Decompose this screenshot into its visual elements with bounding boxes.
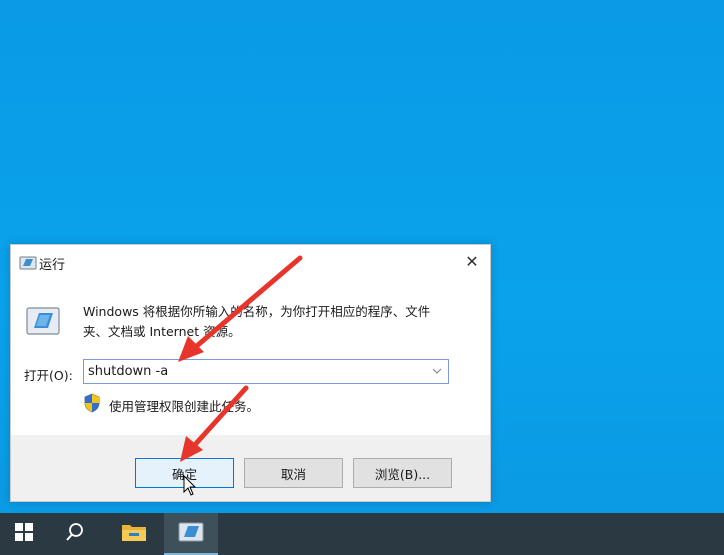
run-app-icon xyxy=(19,255,37,270)
mouse-pointer-icon xyxy=(183,474,197,497)
dialog-button-bar: 确定 取消 浏览(B)... xyxy=(11,435,490,501)
uac-shield-icon xyxy=(83,393,101,413)
dialog-titlebar[interactable]: 运行 ✕ xyxy=(11,245,490,279)
admin-note: 使用管理权限创建此任务。 xyxy=(109,399,260,414)
open-combobox[interactable] xyxy=(83,359,449,384)
search-icon xyxy=(65,522,85,546)
chevron-down-icon[interactable] xyxy=(430,364,444,378)
file-explorer-icon xyxy=(121,521,147,547)
open-input[interactable] xyxy=(84,360,428,383)
run-app-icon xyxy=(178,522,204,546)
dialog-title: 运行 xyxy=(39,258,66,273)
close-button[interactable]: ✕ xyxy=(460,250,484,272)
start-button[interactable] xyxy=(0,513,48,555)
taskbar-search-button[interactable] xyxy=(51,513,99,555)
taskbar-run-app[interactable] xyxy=(164,513,218,555)
windows-start-icon xyxy=(15,523,33,545)
browse-button[interactable]: 浏览(B)... xyxy=(353,458,452,488)
open-label: 打开(O): xyxy=(24,368,73,383)
taskbar-file-explorer[interactable] xyxy=(110,513,158,555)
run-dialog: 运行 ✕ Windows 将根据你所输入的名称，为你打开相应的程序、文件夹、文档… xyxy=(10,244,491,502)
close-icon: ✕ xyxy=(465,251,479,271)
cancel-button[interactable]: 取消 xyxy=(244,458,343,488)
dialog-description: Windows 将根据你所输入的名称，为你打开相应的程序、文件夹、文档或 Int… xyxy=(83,304,431,339)
taskbar xyxy=(0,513,724,555)
run-app-icon xyxy=(26,307,60,335)
